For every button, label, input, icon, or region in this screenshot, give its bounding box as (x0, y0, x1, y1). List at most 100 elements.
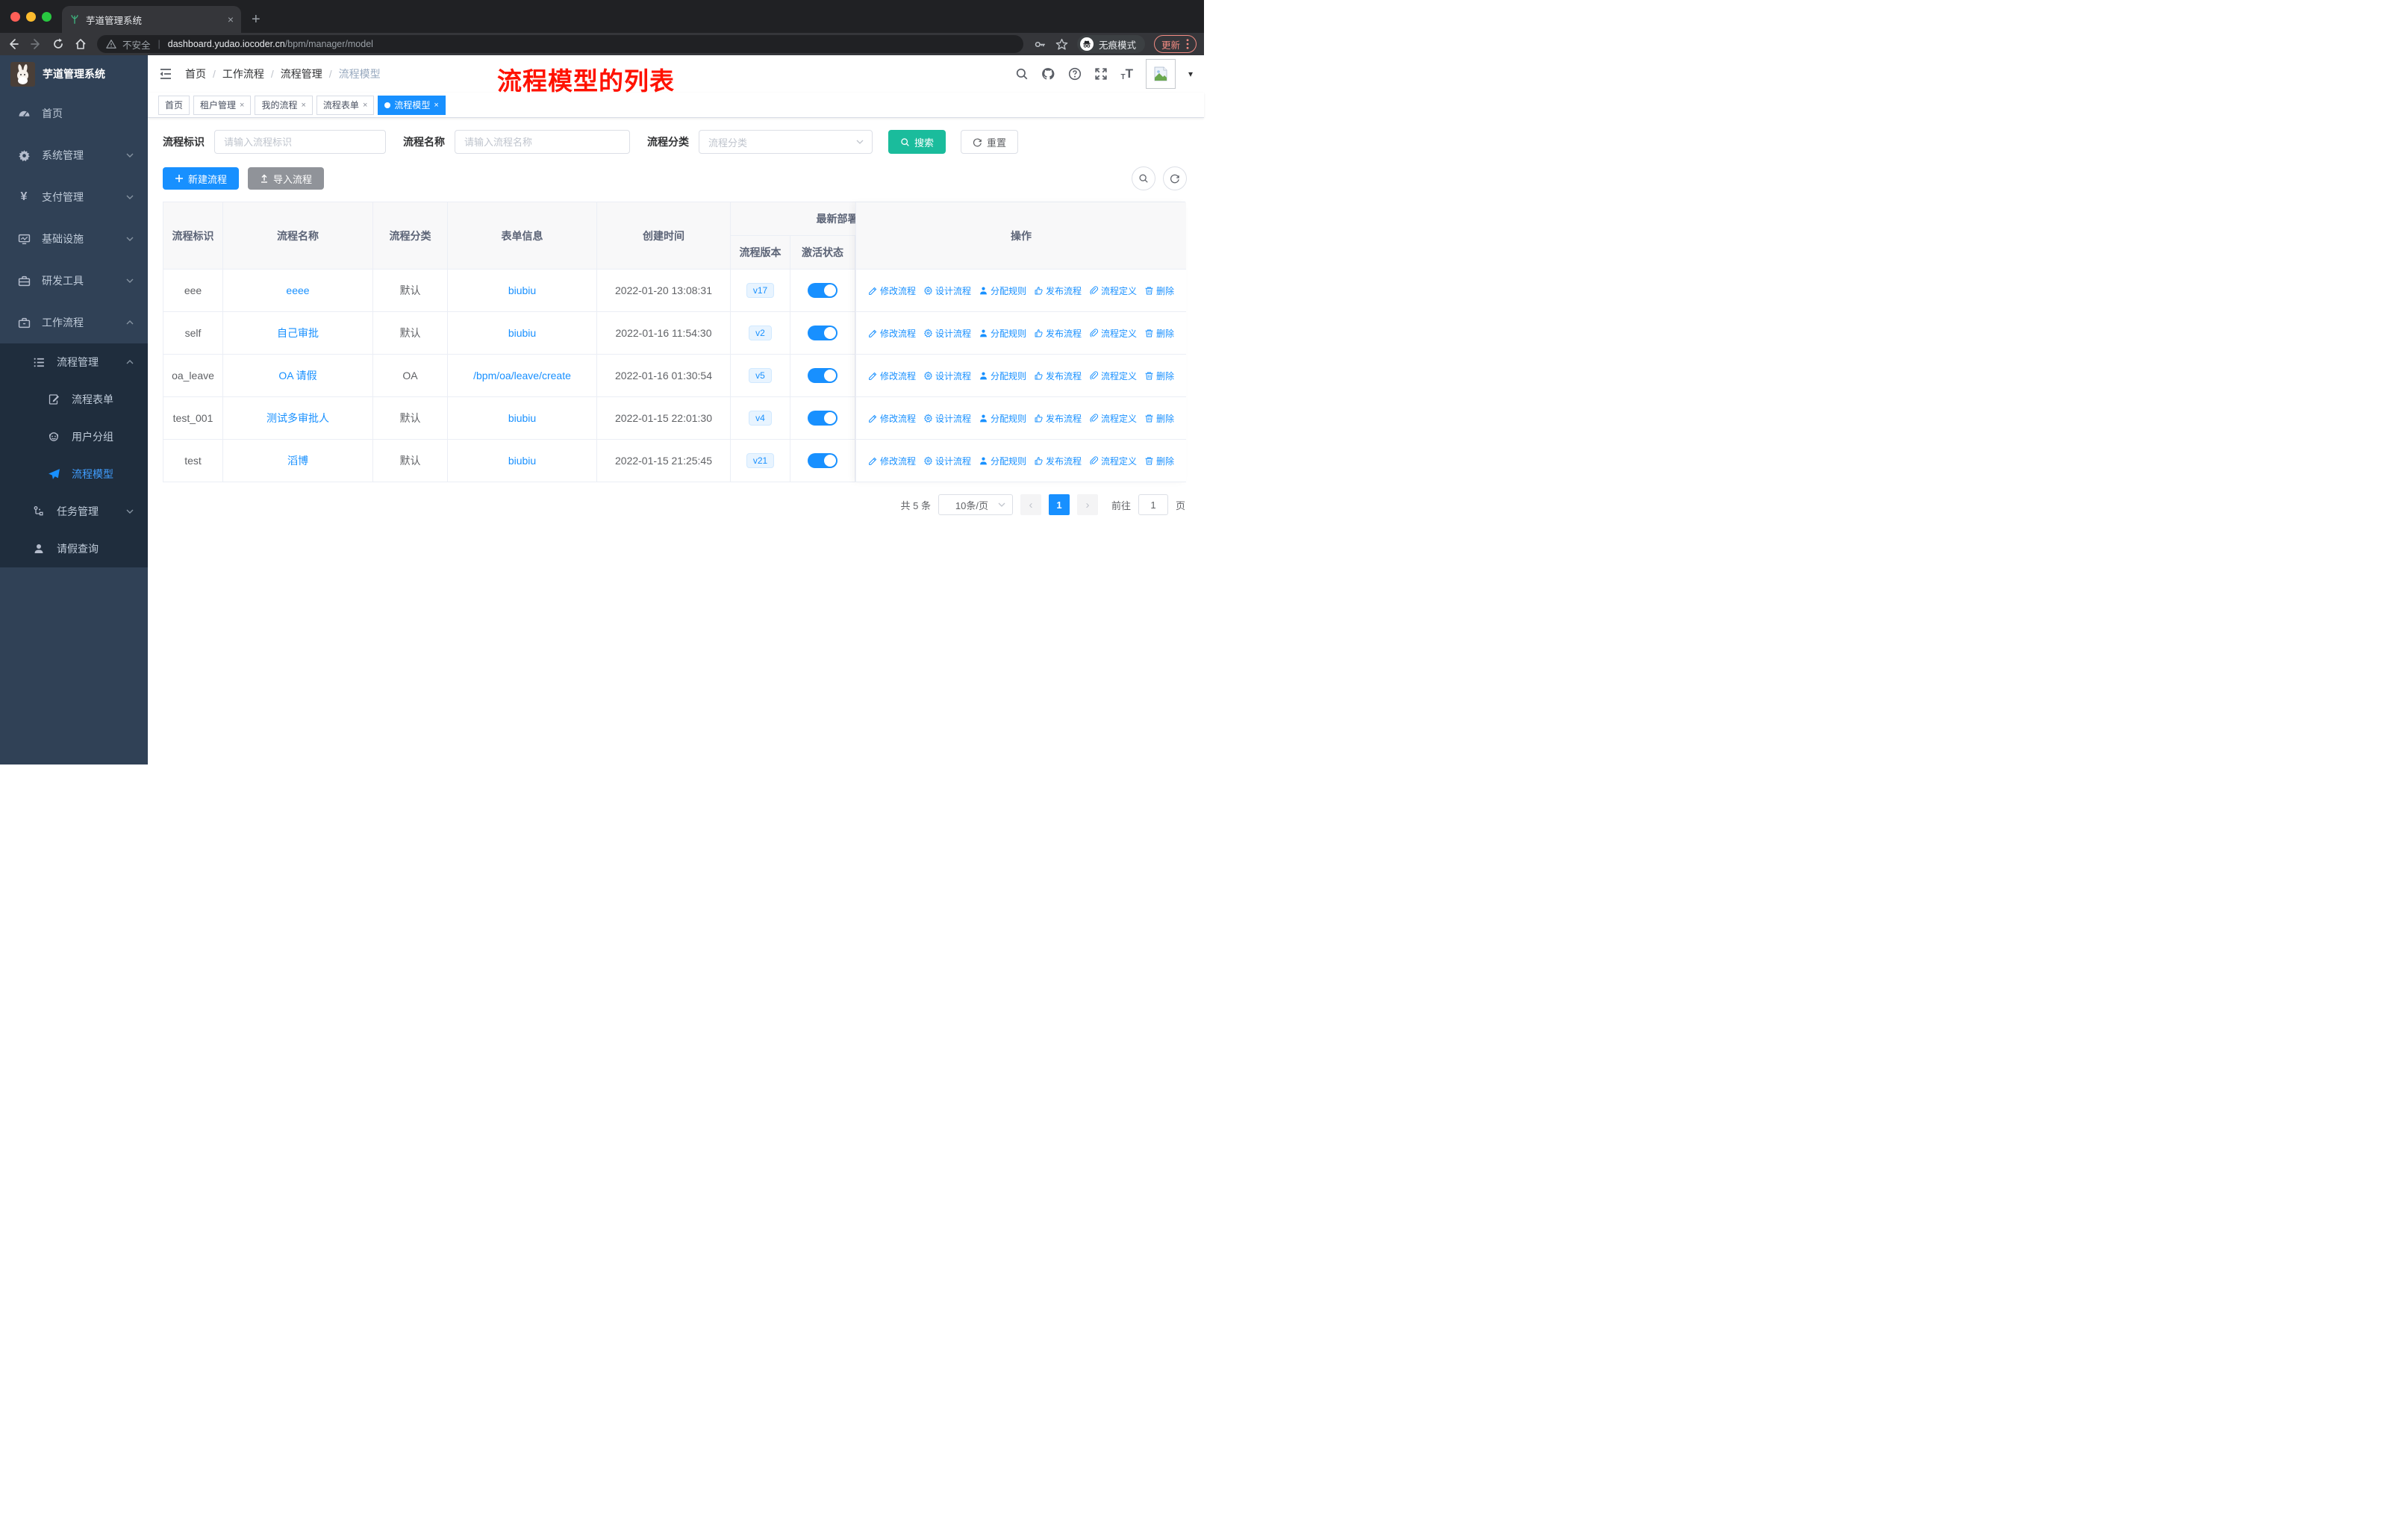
tag-close-icon[interactable]: × (363, 101, 367, 110)
security-label[interactable]: 不安全 (122, 37, 151, 52)
browser-menu-icon[interactable] (1186, 39, 1189, 49)
active-toggle[interactable] (808, 453, 838, 468)
tag-tenant[interactable]: 租户管理 × (193, 95, 252, 115)
browser-update-button[interactable]: 更新 (1153, 35, 1197, 53)
delete-link[interactable]: 删除 (1144, 327, 1174, 340)
sidebar-item-process-mgmt[interactable]: 流程管理 (0, 343, 148, 381)
breadcrumb-home[interactable]: 首页 (185, 66, 206, 81)
cell-form-info[interactable]: biubiu (448, 440, 597, 482)
cell-process-name[interactable]: 测试多审批人 (223, 397, 373, 439)
tag-process-model[interactable]: 流程模型 × (378, 95, 446, 115)
sidebar-logo[interactable]: 芋道管理系统 (0, 55, 148, 93)
tag-close-icon[interactable]: × (240, 101, 244, 110)
assign-rule-link[interactable]: 分配规则 (979, 412, 1026, 425)
refresh-button[interactable] (1163, 166, 1187, 190)
publish-process-link[interactable]: 发布流程 (1034, 370, 1082, 382)
back-icon[interactable] (7, 38, 19, 50)
edit-process-link[interactable]: 修改流程 (868, 370, 916, 382)
bookmark-star-icon[interactable] (1055, 38, 1068, 51)
hide-search-button[interactable] (1132, 166, 1155, 190)
active-toggle[interactable] (808, 283, 838, 298)
active-toggle[interactable] (808, 326, 838, 340)
design-process-link[interactable]: 设计流程 (923, 370, 971, 382)
cell-process-name[interactable]: OA 请假 (223, 355, 373, 396)
create-process-button[interactable]: 新建流程 (163, 167, 240, 190)
close-window-button[interactable] (10, 11, 20, 22)
active-toggle[interactable] (808, 368, 838, 383)
reset-button[interactable]: 重置 (961, 130, 1019, 154)
window-controls[interactable] (0, 0, 62, 33)
design-process-link[interactable]: 设计流程 (923, 284, 971, 297)
zoom-window-button[interactable] (42, 11, 52, 22)
tag-close-icon[interactable]: × (434, 101, 438, 110)
cell-process-name[interactable]: eeee (223, 270, 373, 311)
assign-rule-link[interactable]: 分配规则 (979, 327, 1026, 340)
help-icon[interactable] (1068, 67, 1082, 81)
key-icon[interactable] (1034, 38, 1047, 51)
sidebar-item-payment[interactable]: ¥ 支付管理 (0, 176, 148, 218)
delete-link[interactable]: 删除 (1144, 370, 1174, 382)
sidebar-item-home[interactable]: 首页 (0, 93, 148, 134)
edit-process-link[interactable]: 修改流程 (868, 284, 916, 297)
browser-tab[interactable]: 芋道管理系统 × (62, 6, 241, 33)
process-definition-link[interactable]: 流程定义 (1089, 455, 1137, 467)
tab-close-icon[interactable]: × (228, 13, 234, 25)
publish-process-link[interactable]: 发布流程 (1034, 455, 1082, 467)
cell-process-name[interactable]: 自己审批 (223, 312, 373, 354)
security-warning-icon[interactable] (106, 39, 116, 49)
minimize-window-button[interactable] (26, 11, 36, 22)
tag-process-form[interactable]: 流程表单 × (316, 95, 375, 115)
edit-process-link[interactable]: 修改流程 (868, 327, 916, 340)
home-icon[interactable] (75, 38, 87, 50)
publish-process-link[interactable]: 发布流程 (1034, 327, 1082, 340)
process-definition-link[interactable]: 流程定义 (1089, 370, 1137, 382)
next-page-button[interactable]: › (1076, 494, 1098, 515)
delete-link[interactable]: 删除 (1144, 412, 1174, 425)
process-category-select[interactable]: 流程分类 (699, 130, 873, 154)
new-tab-button[interactable]: + (252, 11, 261, 28)
goto-page-input[interactable] (1138, 494, 1168, 515)
process-definition-link[interactable]: 流程定义 (1089, 327, 1137, 340)
tag-close-icon[interactable]: × (301, 101, 305, 110)
process-definition-link[interactable]: 流程定义 (1089, 412, 1137, 425)
edit-process-link[interactable]: 修改流程 (868, 412, 916, 425)
publish-process-link[interactable]: 发布流程 (1034, 284, 1082, 297)
cell-form-info[interactable]: biubiu (448, 270, 597, 311)
breadcrumb-process-mgmt[interactable]: 流程管理 (264, 66, 322, 81)
search-button[interactable]: 搜索 (888, 130, 946, 154)
assign-rule-link[interactable]: 分配规则 (979, 284, 1026, 297)
edit-process-link[interactable]: 修改流程 (868, 455, 916, 467)
process-name-input[interactable] (455, 130, 630, 154)
sidebar-item-process-form[interactable]: 流程表单 (0, 381, 148, 418)
font-size-icon[interactable]: TT (1120, 66, 1133, 81)
sidebar-item-user-group[interactable]: 用户分组 (0, 418, 148, 455)
design-process-link[interactable]: 设计流程 (923, 412, 971, 425)
prev-page-button[interactable]: ‹ (1020, 494, 1041, 515)
process-key-input[interactable] (214, 130, 386, 154)
page-size-select[interactable]: 10条/页 (938, 494, 1013, 515)
header-search-icon[interactable] (1015, 67, 1029, 81)
sidebar-item-infra[interactable]: 基础设施 (0, 218, 148, 260)
sidebar-item-task-mgmt[interactable]: 任务管理 (0, 493, 148, 530)
delete-link[interactable]: 删除 (1144, 455, 1174, 467)
forward-icon[interactable] (30, 38, 42, 50)
cell-form-info[interactable]: /bpm/oa/leave/create (448, 355, 597, 396)
current-page-button[interactable]: 1 (1048, 494, 1070, 515)
sidebar-item-process-model[interactable]: 流程模型 (0, 455, 148, 493)
assign-rule-link[interactable]: 分配规则 (979, 370, 1026, 382)
design-process-link[interactable]: 设计流程 (923, 455, 971, 467)
avatar[interactable] (1145, 59, 1176, 89)
fullscreen-icon[interactable] (1094, 67, 1108, 81)
url-text[interactable]: dashboard.yudao.iocoder.cn/bpm/manager/m… (168, 39, 373, 49)
avatar-caret-icon[interactable]: ▾ (1188, 69, 1193, 79)
tag-my-process[interactable]: 我的流程 × (255, 95, 313, 115)
import-process-button[interactable]: 导入流程 (248, 167, 325, 190)
reload-icon[interactable] (52, 38, 64, 50)
cell-process-name[interactable]: 滔博 (223, 440, 373, 482)
process-definition-link[interactable]: 流程定义 (1089, 284, 1137, 297)
delete-link[interactable]: 删除 (1144, 284, 1174, 297)
github-icon[interactable] (1041, 67, 1055, 81)
breadcrumb-workflow[interactable]: 工作流程 (206, 66, 264, 81)
address-bar[interactable]: 不安全 | dashboard.yudao.iocoder.cn/bpm/man… (97, 35, 1023, 53)
cell-form-info[interactable]: biubiu (448, 397, 597, 439)
